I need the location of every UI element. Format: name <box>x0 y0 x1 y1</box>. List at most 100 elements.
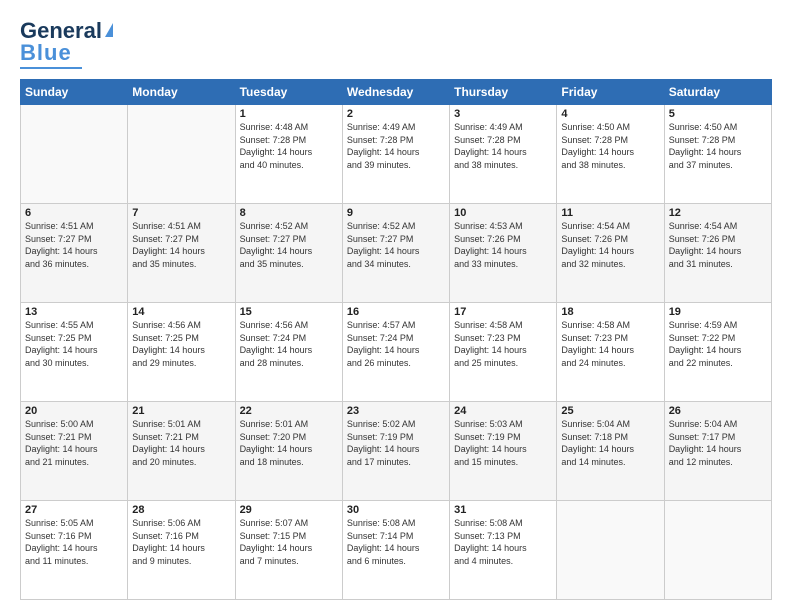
day-number: 17 <box>454 306 552 318</box>
week-row-3: 13Sunrise: 4:55 AM Sunset: 7:25 PM Dayli… <box>21 303 772 402</box>
calendar-cell: 8Sunrise: 4:52 AM Sunset: 7:27 PM Daylig… <box>235 204 342 303</box>
day-info: Sunrise: 4:56 AM Sunset: 7:24 PM Dayligh… <box>240 319 338 369</box>
calendar-cell: 28Sunrise: 5:06 AM Sunset: 7:16 PM Dayli… <box>128 501 235 600</box>
calendar-cell: 23Sunrise: 5:02 AM Sunset: 7:19 PM Dayli… <box>342 402 449 501</box>
day-number: 31 <box>454 504 552 516</box>
calendar-cell: 30Sunrise: 5:08 AM Sunset: 7:14 PM Dayli… <box>342 501 449 600</box>
weekday-header-sunday: Sunday <box>21 80 128 105</box>
calendar-cell: 6Sunrise: 4:51 AM Sunset: 7:27 PM Daylig… <box>21 204 128 303</box>
day-info: Sunrise: 4:52 AM Sunset: 7:27 PM Dayligh… <box>347 220 445 270</box>
logo: General Blue <box>20 18 113 69</box>
day-number: 28 <box>132 504 230 516</box>
day-number: 26 <box>669 405 767 417</box>
day-number: 4 <box>561 108 659 120</box>
day-info: Sunrise: 5:05 AM Sunset: 7:16 PM Dayligh… <box>25 517 123 567</box>
calendar-cell: 4Sunrise: 4:50 AM Sunset: 7:28 PM Daylig… <box>557 105 664 204</box>
calendar-cell: 1Sunrise: 4:48 AM Sunset: 7:28 PM Daylig… <box>235 105 342 204</box>
day-info: Sunrise: 4:51 AM Sunset: 7:27 PM Dayligh… <box>132 220 230 270</box>
calendar-cell: 13Sunrise: 4:55 AM Sunset: 7:25 PM Dayli… <box>21 303 128 402</box>
calendar-cell: 7Sunrise: 4:51 AM Sunset: 7:27 PM Daylig… <box>128 204 235 303</box>
day-number: 22 <box>240 405 338 417</box>
week-row-5: 27Sunrise: 5:05 AM Sunset: 7:16 PM Dayli… <box>21 501 772 600</box>
day-number: 25 <box>561 405 659 417</box>
day-number: 18 <box>561 306 659 318</box>
calendar-cell <box>557 501 664 600</box>
calendar-cell: 10Sunrise: 4:53 AM Sunset: 7:26 PM Dayli… <box>450 204 557 303</box>
calendar-cell <box>128 105 235 204</box>
day-number: 7 <box>132 207 230 219</box>
day-number: 21 <box>132 405 230 417</box>
calendar-cell: 25Sunrise: 5:04 AM Sunset: 7:18 PM Dayli… <box>557 402 664 501</box>
calendar-cell <box>21 105 128 204</box>
day-number: 15 <box>240 306 338 318</box>
day-info: Sunrise: 4:58 AM Sunset: 7:23 PM Dayligh… <box>454 319 552 369</box>
day-number: 14 <box>132 306 230 318</box>
calendar-cell: 16Sunrise: 4:57 AM Sunset: 7:24 PM Dayli… <box>342 303 449 402</box>
calendar-cell <box>664 501 771 600</box>
calendar-cell: 5Sunrise: 4:50 AM Sunset: 7:28 PM Daylig… <box>664 105 771 204</box>
day-info: Sunrise: 4:59 AM Sunset: 7:22 PM Dayligh… <box>669 319 767 369</box>
day-number: 16 <box>347 306 445 318</box>
day-number: 20 <box>25 405 123 417</box>
day-info: Sunrise: 5:00 AM Sunset: 7:21 PM Dayligh… <box>25 418 123 468</box>
day-info: Sunrise: 4:56 AM Sunset: 7:25 PM Dayligh… <box>132 319 230 369</box>
weekday-header-friday: Friday <box>557 80 664 105</box>
day-info: Sunrise: 5:06 AM Sunset: 7:16 PM Dayligh… <box>132 517 230 567</box>
day-number: 6 <box>25 207 123 219</box>
logo-blue: Blue <box>20 40 72 66</box>
day-info: Sunrise: 5:01 AM Sunset: 7:21 PM Dayligh… <box>132 418 230 468</box>
day-info: Sunrise: 4:50 AM Sunset: 7:28 PM Dayligh… <box>561 121 659 171</box>
day-info: Sunrise: 5:04 AM Sunset: 7:17 PM Dayligh… <box>669 418 767 468</box>
calendar-cell: 21Sunrise: 5:01 AM Sunset: 7:21 PM Dayli… <box>128 402 235 501</box>
calendar-cell: 9Sunrise: 4:52 AM Sunset: 7:27 PM Daylig… <box>342 204 449 303</box>
calendar-cell: 24Sunrise: 5:03 AM Sunset: 7:19 PM Dayli… <box>450 402 557 501</box>
weekday-header-monday: Monday <box>128 80 235 105</box>
day-info: Sunrise: 5:08 AM Sunset: 7:14 PM Dayligh… <box>347 517 445 567</box>
week-row-4: 20Sunrise: 5:00 AM Sunset: 7:21 PM Dayli… <box>21 402 772 501</box>
weekday-header-wednesday: Wednesday <box>342 80 449 105</box>
weekday-header-thursday: Thursday <box>450 80 557 105</box>
day-number: 1 <box>240 108 338 120</box>
calendar-cell: 18Sunrise: 4:58 AM Sunset: 7:23 PM Dayli… <box>557 303 664 402</box>
day-info: Sunrise: 4:55 AM Sunset: 7:25 PM Dayligh… <box>25 319 123 369</box>
calendar-cell: 26Sunrise: 5:04 AM Sunset: 7:17 PM Dayli… <box>664 402 771 501</box>
day-number: 9 <box>347 207 445 219</box>
weekday-header-saturday: Saturday <box>664 80 771 105</box>
calendar-cell: 11Sunrise: 4:54 AM Sunset: 7:26 PM Dayli… <box>557 204 664 303</box>
day-number: 3 <box>454 108 552 120</box>
day-info: Sunrise: 5:03 AM Sunset: 7:19 PM Dayligh… <box>454 418 552 468</box>
day-info: Sunrise: 4:52 AM Sunset: 7:27 PM Dayligh… <box>240 220 338 270</box>
calendar-cell: 29Sunrise: 5:07 AM Sunset: 7:15 PM Dayli… <box>235 501 342 600</box>
calendar-cell: 3Sunrise: 4:49 AM Sunset: 7:28 PM Daylig… <box>450 105 557 204</box>
logo-triangle-icon <box>105 23 113 37</box>
calendar-cell: 14Sunrise: 4:56 AM Sunset: 7:25 PM Dayli… <box>128 303 235 402</box>
header: General Blue <box>20 18 772 69</box>
day-info: Sunrise: 4:51 AM Sunset: 7:27 PM Dayligh… <box>25 220 123 270</box>
day-number: 13 <box>25 306 123 318</box>
day-info: Sunrise: 4:48 AM Sunset: 7:28 PM Dayligh… <box>240 121 338 171</box>
day-info: Sunrise: 4:49 AM Sunset: 7:28 PM Dayligh… <box>347 121 445 171</box>
calendar-cell: 17Sunrise: 4:58 AM Sunset: 7:23 PM Dayli… <box>450 303 557 402</box>
day-number: 2 <box>347 108 445 120</box>
day-info: Sunrise: 5:01 AM Sunset: 7:20 PM Dayligh… <box>240 418 338 468</box>
day-number: 10 <box>454 207 552 219</box>
calendar: SundayMondayTuesdayWednesdayThursdayFrid… <box>20 79 772 600</box>
day-number: 11 <box>561 207 659 219</box>
weekday-header-row: SundayMondayTuesdayWednesdayThursdayFrid… <box>21 80 772 105</box>
calendar-cell: 12Sunrise: 4:54 AM Sunset: 7:26 PM Dayli… <box>664 204 771 303</box>
day-number: 29 <box>240 504 338 516</box>
calendar-cell: 27Sunrise: 5:05 AM Sunset: 7:16 PM Dayli… <box>21 501 128 600</box>
calendar-cell: 22Sunrise: 5:01 AM Sunset: 7:20 PM Dayli… <box>235 402 342 501</box>
day-info: Sunrise: 4:54 AM Sunset: 7:26 PM Dayligh… <box>669 220 767 270</box>
day-info: Sunrise: 5:04 AM Sunset: 7:18 PM Dayligh… <box>561 418 659 468</box>
calendar-cell: 20Sunrise: 5:00 AM Sunset: 7:21 PM Dayli… <box>21 402 128 501</box>
calendar-cell: 2Sunrise: 4:49 AM Sunset: 7:28 PM Daylig… <box>342 105 449 204</box>
day-info: Sunrise: 5:07 AM Sunset: 7:15 PM Dayligh… <box>240 517 338 567</box>
calendar-cell: 19Sunrise: 4:59 AM Sunset: 7:22 PM Dayli… <box>664 303 771 402</box>
day-info: Sunrise: 4:57 AM Sunset: 7:24 PM Dayligh… <box>347 319 445 369</box>
day-info: Sunrise: 4:50 AM Sunset: 7:28 PM Dayligh… <box>669 121 767 171</box>
day-number: 30 <box>347 504 445 516</box>
day-info: Sunrise: 4:58 AM Sunset: 7:23 PM Dayligh… <box>561 319 659 369</box>
week-row-1: 1Sunrise: 4:48 AM Sunset: 7:28 PM Daylig… <box>21 105 772 204</box>
logo-underline <box>20 67 82 69</box>
